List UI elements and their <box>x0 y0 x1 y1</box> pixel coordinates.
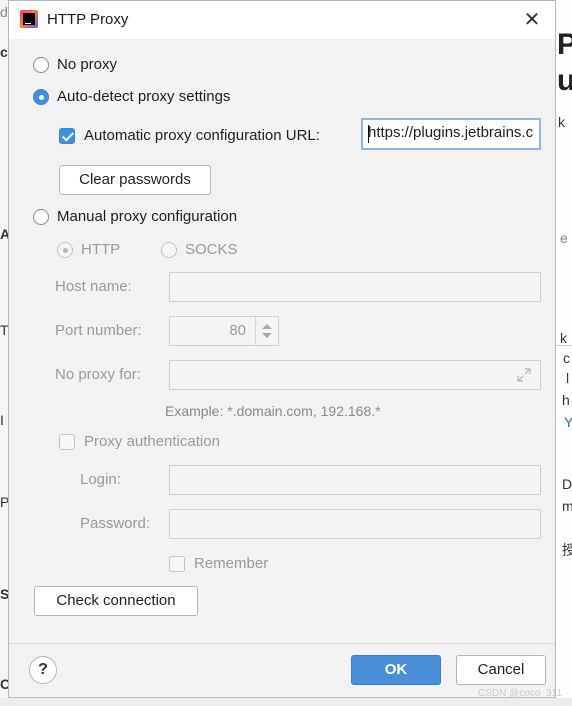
remember-checkbox[interactable] <box>169 555 185 572</box>
login-label: Login: <box>80 471 121 488</box>
proxy-auth-option[interactable]: Proxy authentication <box>59 433 220 450</box>
no-proxy-radio[interactable] <box>33 56 49 73</box>
proxy-auth-label: Proxy authentication <box>84 433 220 450</box>
port-number-label: Port number: <box>55 322 142 339</box>
close-icon[interactable]: ✕ <box>517 7 547 33</box>
background-text: P <box>557 28 572 61</box>
background-text: 授 <box>562 542 572 558</box>
host-name-input[interactable] <box>169 272 541 302</box>
proxy-auth-checkbox[interactable] <box>59 433 75 450</box>
socks-option[interactable]: SOCKS <box>161 241 238 258</box>
footer-divider <box>9 643 555 644</box>
http-label: HTTP <box>81 241 121 258</box>
help-button[interactable]: ? <box>29 656 57 684</box>
background-text: D <box>562 476 572 492</box>
socks-radio[interactable] <box>161 241 177 258</box>
no-proxy-example-hint: Example: *.domain.com, 192.168.* <box>165 403 381 419</box>
login-input[interactable] <box>169 465 541 495</box>
background-text: d <box>0 4 8 20</box>
no-proxy-option[interactable]: No proxy <box>33 56 117 73</box>
no-proxy-for-label: No proxy for: <box>55 366 141 383</box>
auto-detect-radio[interactable] <box>33 88 49 105</box>
watermark: CSDN @coco_311 <box>478 688 562 699</box>
http-proxy-dialog: HTTP Proxy ✕ No proxy Auto-detect proxy … <box>8 0 556 698</box>
port-number-value: 80 <box>229 322 246 339</box>
auto-url-input[interactable]: https://plugins.jetbrains.com <box>361 118 541 150</box>
auto-url-checkbox[interactable] <box>59 127 75 144</box>
socks-label: SOCKS <box>185 241 238 258</box>
background-text: c <box>563 350 570 366</box>
background-text: Y <box>564 414 572 430</box>
background-text: e <box>560 230 568 246</box>
background-divider <box>556 345 572 346</box>
text-caret <box>368 125 369 143</box>
background-bottom-strip <box>0 698 572 706</box>
password-input[interactable] <box>169 509 541 539</box>
dialog-content: No proxy Auto-detect proxy settings Auto… <box>9 39 555 643</box>
port-number-stepper[interactable]: 80 <box>169 316 279 346</box>
background-text: c <box>0 44 8 60</box>
no-proxy-label: No proxy <box>57 56 118 73</box>
manual-proxy-label: Manual proxy configuration <box>57 208 238 225</box>
expand-icon[interactable] <box>516 367 532 383</box>
background-text: u <box>557 64 572 97</box>
clear-passwords-button[interactable]: Clear passwords <box>59 165 211 195</box>
stepper-arrows-icon[interactable] <box>255 317 278 345</box>
background-text: k <box>560 330 567 346</box>
background-text: l <box>566 370 570 386</box>
auto-detect-label: Auto-detect proxy settings <box>57 88 231 105</box>
background-text: I <box>0 412 4 428</box>
http-option[interactable]: HTTP <box>57 241 120 258</box>
title-bar: HTTP Proxy ✕ <box>9 1 555 39</box>
manual-proxy-radio[interactable] <box>33 208 49 225</box>
http-radio[interactable] <box>57 241 73 258</box>
remember-option[interactable]: Remember <box>169 555 268 572</box>
check-connection-button[interactable]: Check connection <box>34 586 198 616</box>
auto-url-option[interactable]: Automatic proxy configuration URL: <box>59 127 320 144</box>
auto-url-label: Automatic proxy configuration URL: <box>84 127 320 144</box>
manual-proxy-option[interactable]: Manual proxy configuration <box>33 208 237 225</box>
cancel-button[interactable]: Cancel <box>456 655 546 685</box>
password-label: Password: <box>80 515 151 532</box>
auto-detect-option[interactable]: Auto-detect proxy settings <box>33 88 230 105</box>
dialog-title: HTTP Proxy <box>47 11 129 28</box>
auto-url-value: https://plugins.jetbrains.com <box>368 124 534 141</box>
host-name-label: Host name: <box>55 278 132 295</box>
background-text: h <box>562 392 570 408</box>
ok-button[interactable]: OK <box>351 655 441 685</box>
background-text: k <box>558 114 565 130</box>
background-text: m <box>562 498 572 514</box>
intellij-app-icon <box>20 10 38 28</box>
remember-label: Remember <box>194 555 269 572</box>
no-proxy-for-input[interactable] <box>169 360 541 390</box>
